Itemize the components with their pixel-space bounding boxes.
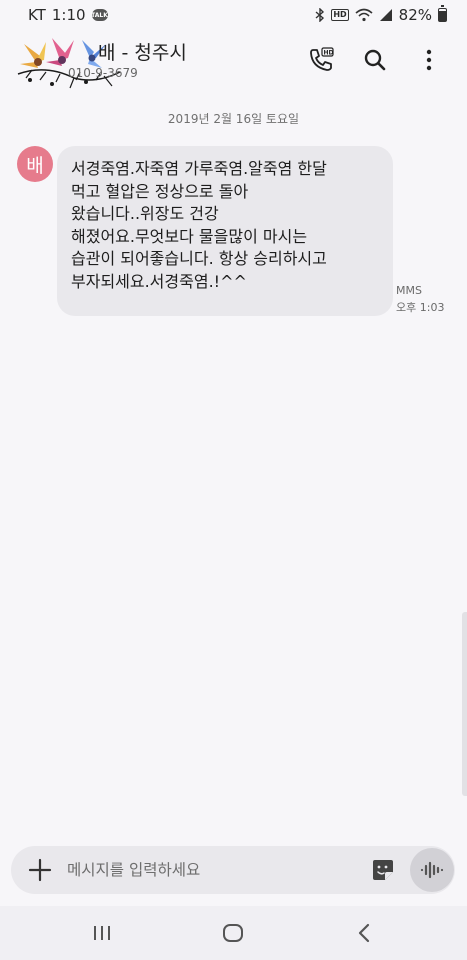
contact-number: 010-9-3679 — [68, 66, 138, 80]
status-bar: KT 1:10 TALK HD 82% — [0, 0, 467, 30]
scroll-handle[interactable] — [462, 612, 467, 796]
volte-hd-icon: HD — [331, 9, 349, 21]
message-meta: MMS 오후 1:03 — [396, 282, 444, 316]
back-icon[interactable] — [352, 922, 376, 944]
message-type: MMS — [396, 284, 422, 297]
wifi-icon — [355, 8, 373, 22]
status-right: HD 82% — [315, 5, 447, 24]
sticker-icon[interactable] — [371, 858, 395, 882]
search-icon[interactable] — [359, 44, 391, 76]
signal-icon — [379, 9, 392, 21]
composer — [11, 846, 455, 894]
message-text: 서경죽염.자죽염 가루죽염.알죽염 한달 먹고 혈압은 정상으로 돌아 왔습니다… — [71, 159, 327, 291]
navigation-bar — [0, 906, 467, 960]
header-actions: HD — [305, 44, 445, 76]
clock: 1:10 — [51, 6, 86, 24]
hd-call-icon[interactable]: HD — [305, 44, 337, 76]
carrier: KT — [28, 6, 46, 24]
bluetooth-icon — [315, 8, 325, 22]
message-input[interactable] — [67, 854, 357, 886]
more-icon[interactable] — [413, 44, 445, 76]
home-icon[interactable] — [221, 922, 245, 944]
voice-icon[interactable] — [410, 848, 454, 892]
message-bubble[interactable]: 서경죽염.자죽염 가루죽염.알죽염 한달 먹고 혈압은 정상으로 돌아 왔습니다… — [57, 146, 393, 316]
avatar[interactable]: 배 — [17, 146, 53, 182]
talk-icon: TALK — [91, 9, 108, 21]
status-left: KT 1:10 TALK — [28, 6, 108, 24]
message-time: 오후 1:03 — [396, 301, 445, 314]
conversation-header: 배 - 청주시 010-9-3679 HD — [0, 30, 467, 92]
add-icon[interactable] — [28, 858, 52, 882]
battery-icon — [438, 5, 447, 22]
battery-percent: 82% — [398, 6, 432, 24]
recent-apps-icon[interactable] — [90, 922, 114, 944]
contact-name: 배 - 청주시 — [98, 42, 187, 64]
svg-text:HD: HD — [324, 50, 334, 57]
date-separator: 2019년 2월 16일 토요일 — [167, 112, 300, 126]
